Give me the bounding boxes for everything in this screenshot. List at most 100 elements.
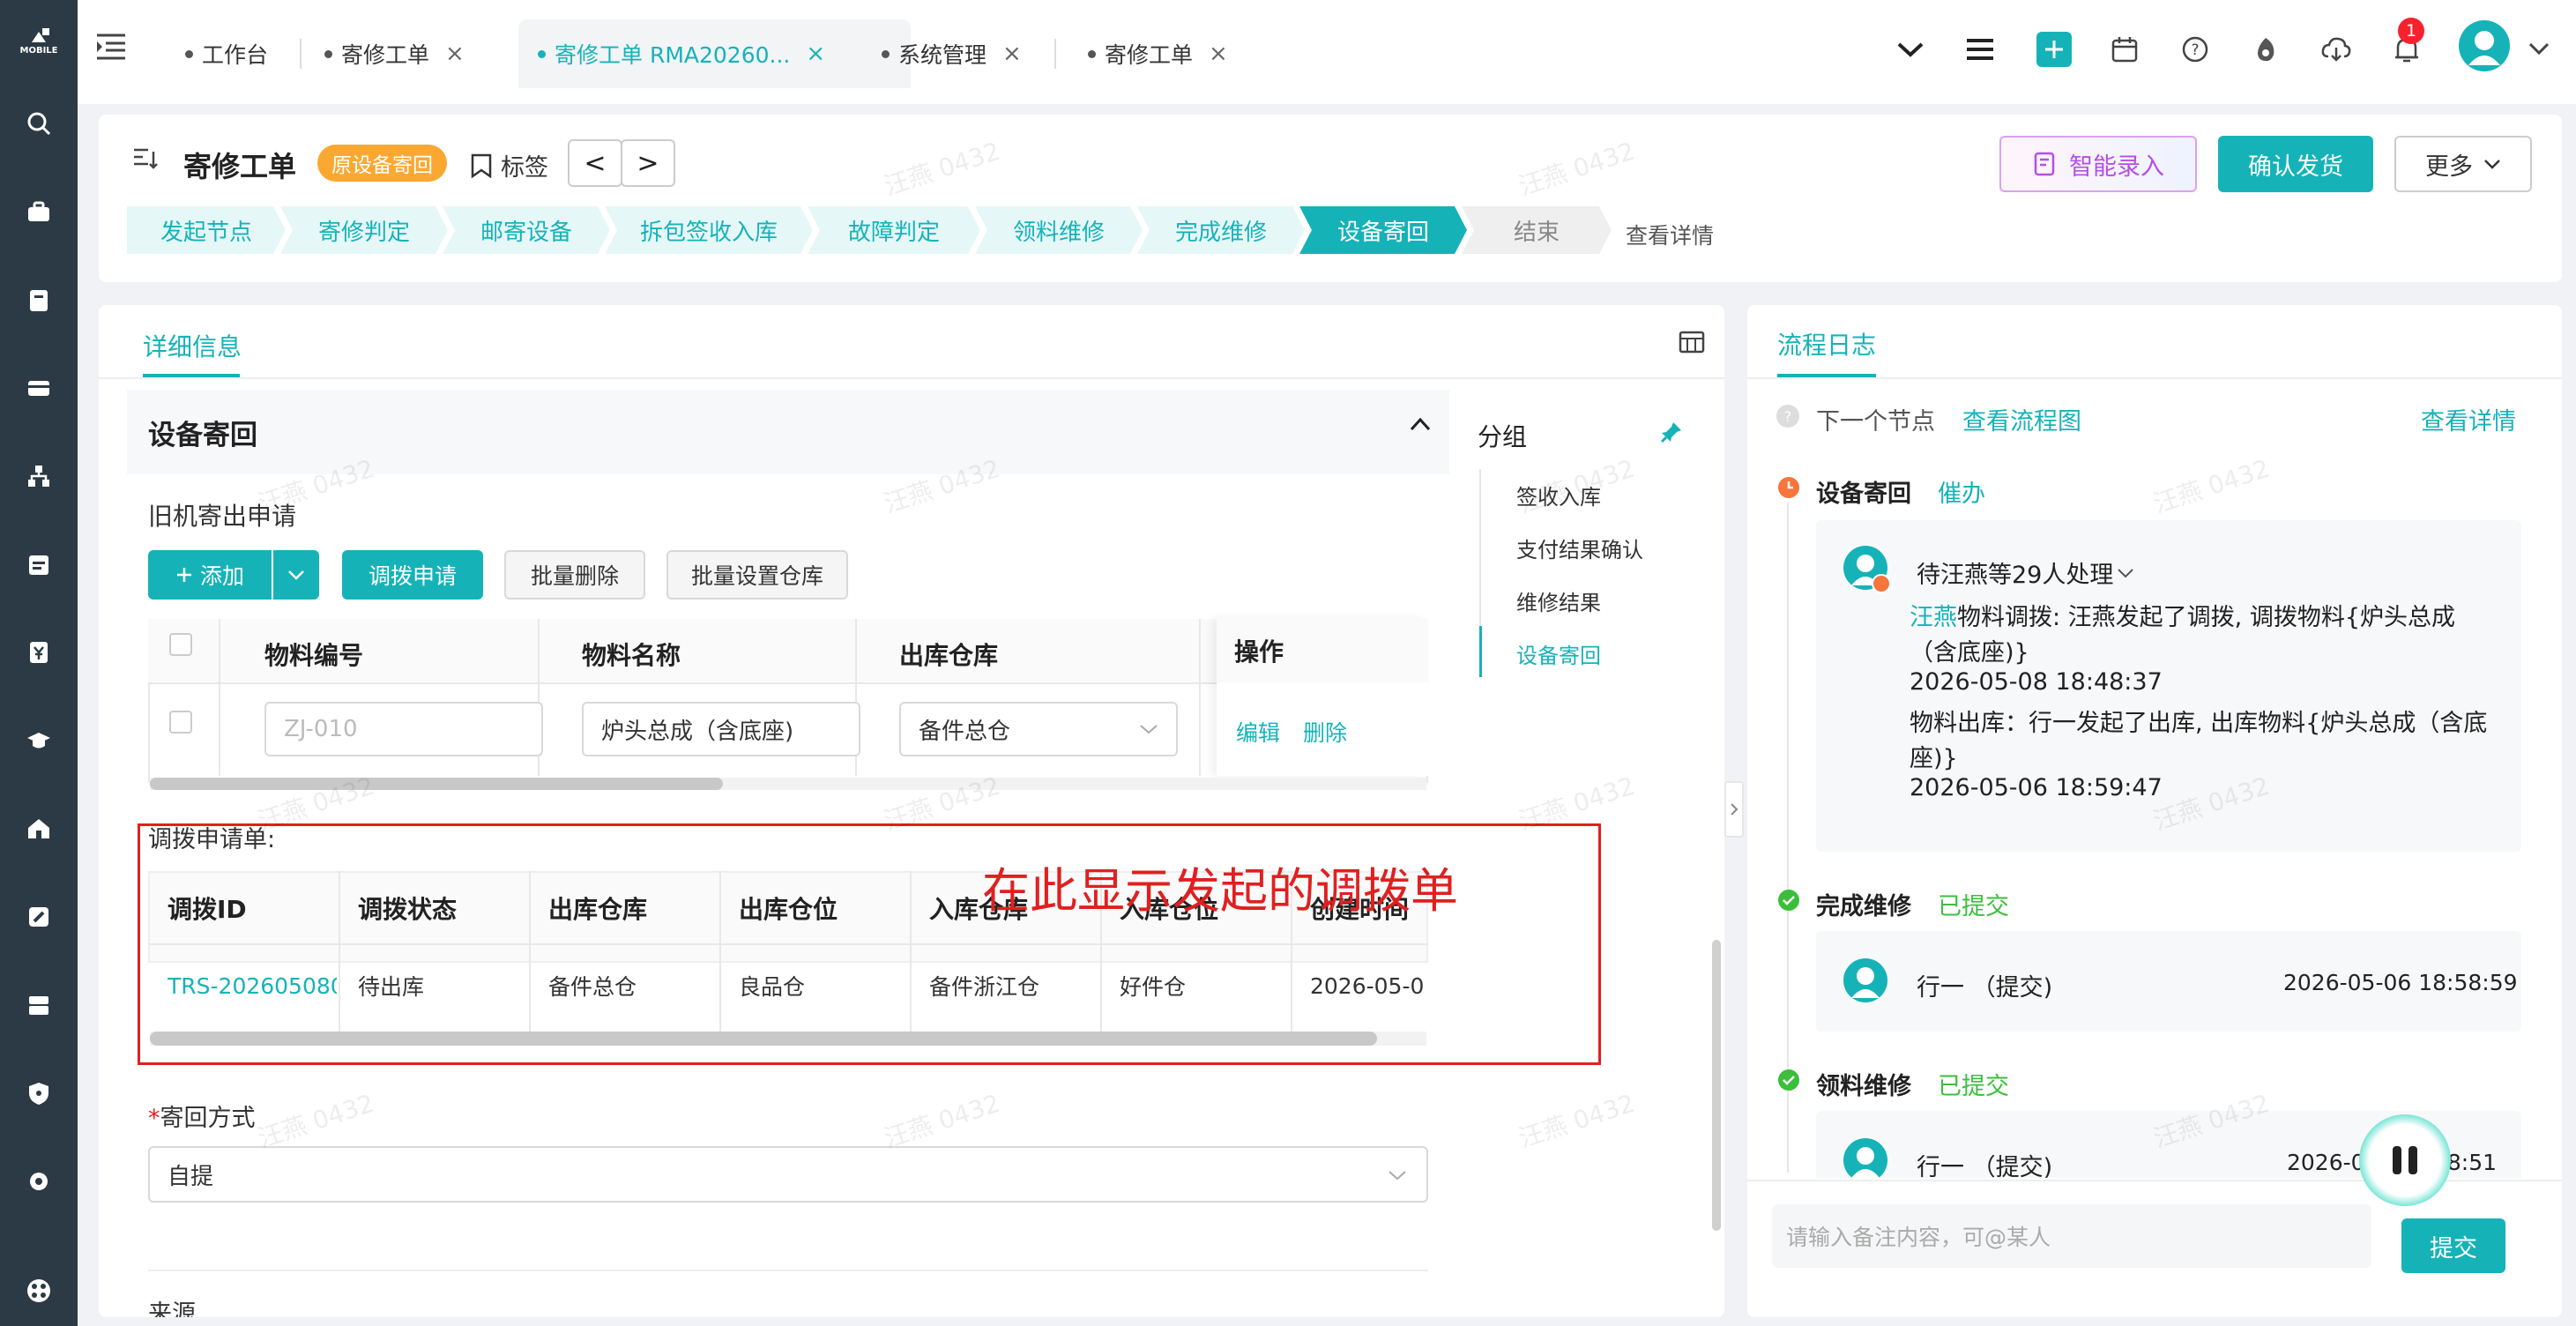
comment-input[interactable]: 请输入备注内容，可@某人 xyxy=(1772,1204,2371,1268)
graduation-cap-icon[interactable] xyxy=(19,721,58,760)
finance-icon[interactable] xyxy=(19,633,58,672)
org-chart-icon[interactable] xyxy=(19,457,58,495)
panel-toggle-handle[interactable] xyxy=(1724,781,1744,838)
step-mail-device[interactable]: 邮寄设备 xyxy=(443,206,610,254)
material-name-input[interactable]: 炉头总成（含底座) xyxy=(582,702,860,756)
tag-button[interactable]: 标签 xyxy=(469,148,548,183)
batch-delete-button[interactable]: 批量删除 xyxy=(504,550,645,600)
tab-repair-order-detail[interactable]: 寄修工单 RMA20260... × xyxy=(518,19,911,88)
transfer-status: 待出库 xyxy=(358,974,425,1000)
group-item-payment[interactable]: 支付结果确认 xyxy=(1516,533,1643,563)
main-scrollbar[interactable] xyxy=(1712,940,1721,1231)
warehouse-select-value: 备件总仓 xyxy=(919,718,1011,745)
group-item-sign-in[interactable]: 签收入库 xyxy=(1516,480,1601,510)
select-all-checkbox[interactable] xyxy=(169,633,192,656)
check-circle-icon xyxy=(1777,1069,1800,1091)
batch-warehouse-button[interactable]: 批量设置仓库 xyxy=(666,550,848,600)
user-avatar[interactable] xyxy=(2458,19,2511,72)
chevron-down-icon[interactable] xyxy=(1889,28,1932,71)
add-dropdown-button[interactable] xyxy=(273,550,319,600)
source-label: 来源 xyxy=(148,1300,196,1317)
wrench-icon[interactable] xyxy=(19,898,58,936)
cloud-download-icon[interactable] xyxy=(2315,28,2357,71)
return-method-select[interactable]: 自提 xyxy=(148,1146,1428,1203)
add-icon[interactable] xyxy=(2033,28,2075,71)
edit-link[interactable]: 编辑 xyxy=(1236,716,1280,748)
more-button[interactable]: 更多 xyxy=(2394,136,2532,192)
tab-repair-order[interactable]: 寄修工单 × xyxy=(324,19,465,88)
clipboard-icon[interactable] xyxy=(19,280,58,319)
layout-icon[interactable] xyxy=(1679,330,1705,354)
step-unpack-receive[interactable]: 拆包签收入库 xyxy=(605,206,813,254)
tab-workbench[interactable]: 工作台 xyxy=(185,19,268,88)
handler-text: 待汪燕等29人处理 xyxy=(1917,562,2114,589)
row-checkbox[interactable] xyxy=(169,711,192,734)
top-bar: 工作台 寄修工单 × 寄修工单 RMA20260... × 系统管理 × 寄修工单 × … xyxy=(78,0,2576,104)
mention[interactable]: 汪燕 xyxy=(1910,604,1957,631)
submit-button[interactable]: 提交 xyxy=(2401,1218,2505,1273)
next-button[interactable]: > xyxy=(621,139,675,187)
tab-system-management[interactable]: 系统管理 × xyxy=(882,19,1022,88)
transfer-scrollbar-thumb[interactable] xyxy=(150,1032,1377,1046)
view-detail-link[interactable]: 查看详情 xyxy=(1626,219,1714,250)
smart-entry-button[interactable]: 智能录入 xyxy=(1999,136,2197,192)
calendar-icon[interactable] xyxy=(2103,28,2146,71)
warehouse-select[interactable]: 备件总仓 xyxy=(899,702,1178,756)
transfer-apply-button[interactable]: 调拨申请 xyxy=(342,550,483,600)
step-device-return[interactable]: 设备寄回 xyxy=(1299,206,1467,254)
search-icon[interactable] xyxy=(19,104,58,143)
urge-link[interactable]: 催办 xyxy=(1938,474,1985,509)
apps-grid-icon[interactable] xyxy=(19,1271,58,1310)
briefcase-icon[interactable] xyxy=(19,192,58,231)
handler-dropdown[interactable]: 待汪燕等29人处理 xyxy=(1917,555,2134,590)
step-end[interactable]: 结束 xyxy=(1462,206,1612,254)
transfer-id-link[interactable]: TRS-202605080 xyxy=(168,968,337,1003)
collapse-icon[interactable] xyxy=(1409,416,1432,432)
tab-process-log[interactable]: 流程日志 xyxy=(1777,326,1876,361)
view-flow-link[interactable]: 查看流程图 xyxy=(1962,402,2081,436)
material-code-input[interactable]: ZJ-010 xyxy=(264,702,543,756)
calendar-list-icon[interactable] xyxy=(19,545,58,584)
log-line-text: 物料调拨: 汪燕发起了调拨, 调拨物料{炉头总成 xyxy=(1957,604,2456,631)
close-icon[interactable]: × xyxy=(1209,41,1228,67)
close-icon[interactable]: × xyxy=(806,41,825,67)
step-start[interactable]: 发起节点 xyxy=(127,206,286,254)
prev-button[interactable]: < xyxy=(568,139,622,187)
step-repair-judgement[interactable]: 寄修判定 xyxy=(280,206,448,254)
step-fault-judgement[interactable]: 故障判定 xyxy=(808,206,980,254)
user-menu-caret-icon[interactable] xyxy=(2518,28,2560,71)
group-item-repair-result[interactable]: 维修结果 xyxy=(1516,585,1601,616)
section-header[interactable] xyxy=(127,390,1449,474)
help-icon[interactable]: ? xyxy=(2174,28,2216,71)
close-icon[interactable]: × xyxy=(445,41,465,67)
step-repair-done[interactable]: 完成维修 xyxy=(1137,206,1305,254)
table-scrollbar-thumb[interactable] xyxy=(150,778,723,790)
tab-detail-info[interactable]: 详细信息 xyxy=(143,328,242,363)
archive-icon[interactable] xyxy=(19,986,58,1024)
close-icon[interactable]: × xyxy=(1002,41,1022,67)
confirm-ship-button[interactable]: 确认发货 xyxy=(2218,136,2373,192)
more-label: 更多 xyxy=(2425,153,2473,181)
gear-icon[interactable] xyxy=(19,1162,58,1201)
chevron-down-icon xyxy=(1140,725,1158,734)
delete-link[interactable]: 删除 xyxy=(1303,716,1347,748)
add-button[interactable]: 添加 xyxy=(148,550,272,600)
notification-badge: 1 xyxy=(2398,18,2424,44)
step-parts-repair[interactable]: 领料维修 xyxy=(975,206,1143,254)
left-nav-rail: MOBILE xyxy=(0,0,78,1326)
view-detail-link[interactable]: 查看详情 xyxy=(2421,402,2516,436)
group-item-device-return[interactable]: 设备寄回 xyxy=(1516,638,1601,669)
shield-icon[interactable] xyxy=(19,1074,58,1113)
log-entry-status: 已提交 xyxy=(1938,1073,2009,1100)
list-icon[interactable] xyxy=(1959,28,2001,71)
card-icon[interactable] xyxy=(19,369,58,407)
theme-icon[interactable] xyxy=(2245,28,2287,71)
menu-collapse-icon[interactable] xyxy=(93,32,129,62)
tab-repair-order-2[interactable]: 寄修工单 × xyxy=(1088,19,1228,88)
svg-text:?: ? xyxy=(1784,408,1792,425)
tab-label: 系统管理 xyxy=(898,42,987,68)
home-icon[interactable] xyxy=(19,809,58,848)
pause-button[interactable] xyxy=(2359,1114,2451,1206)
app-logo[interactable]: MOBILE xyxy=(12,26,65,56)
pin-icon[interactable] xyxy=(1659,420,1684,444)
